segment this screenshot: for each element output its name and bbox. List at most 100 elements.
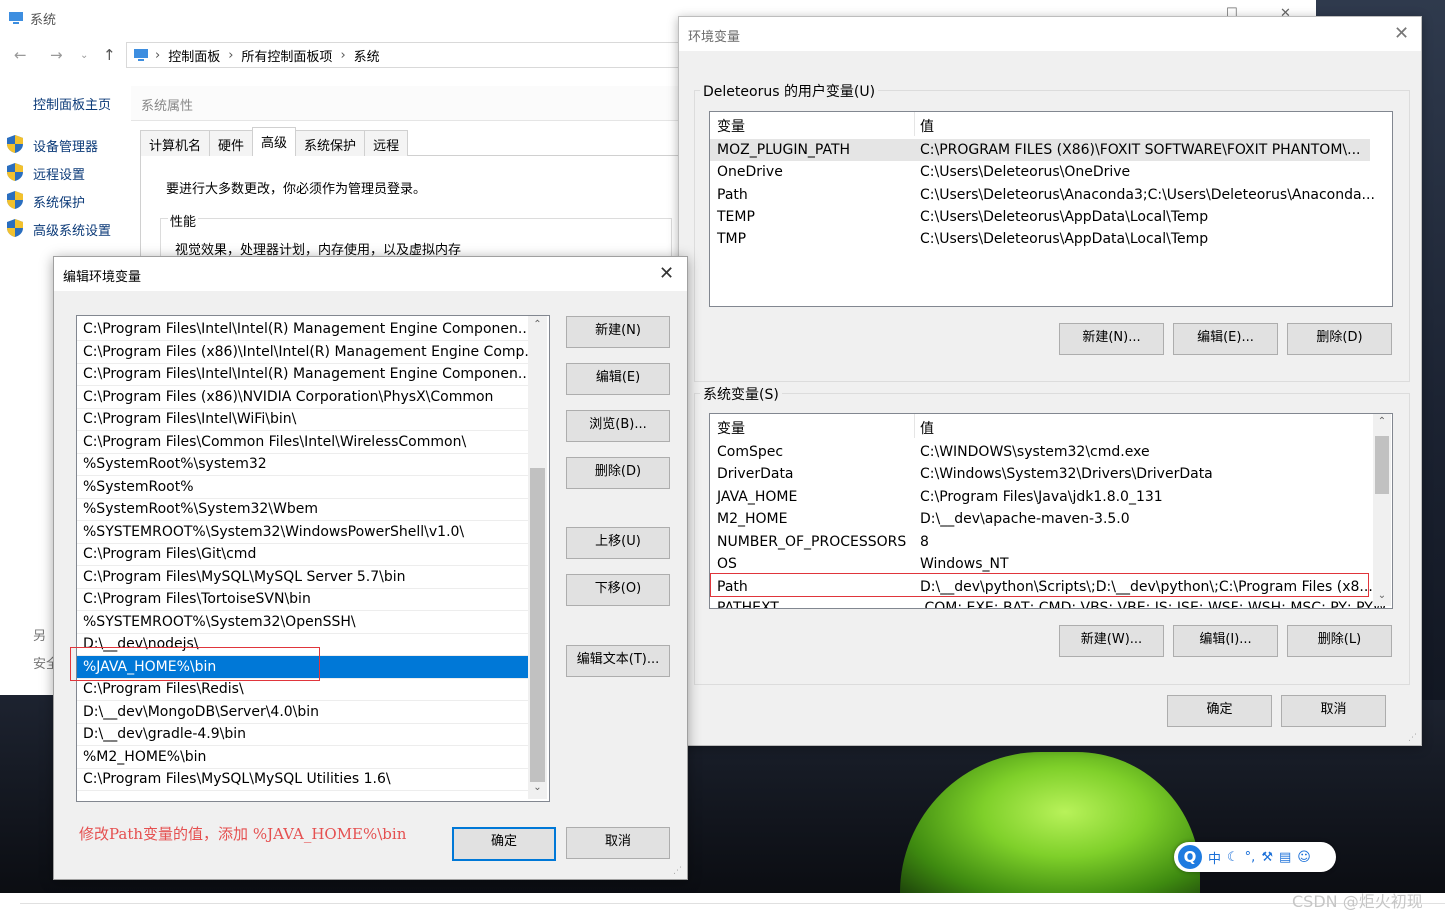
user-delete-button[interactable]: 删除(D) — [1287, 323, 1392, 355]
sys-delete-button[interactable]: 删除(L) — [1287, 625, 1392, 657]
list-item[interactable]: C:\Program Files\Intel\WiFi\bin\ — [77, 408, 528, 431]
list-item[interactable]: %SystemRoot%\System32\Wbem — [77, 498, 528, 521]
breadcrumb-all-items[interactable]: 所有控制面板项 — [241, 46, 332, 65]
list-item[interactable]: C:\Program Files (x86)\NVIDIA Corporatio… — [77, 386, 528, 409]
list-item[interactable]: %SYSTEMROOT%\System32\OpenSSH\ — [77, 611, 528, 634]
table-row[interactable]: M2_HOME D:\__dev\apache-maven-3.5.0 — [710, 508, 1392, 530]
edit-button[interactable]: 编辑(E) — [566, 363, 670, 395]
new-button[interactable]: 新建(N) — [566, 316, 670, 348]
punctuation-icon[interactable]: °, — [1245, 850, 1256, 865]
edit-text-button[interactable]: 编辑文本(T)... — [566, 645, 670, 677]
tab-system-protection[interactable]: 系统保护 — [295, 130, 366, 156]
delete-button[interactable]: 删除(D) — [566, 457, 670, 489]
properties-tabs: 计算机名 硬件 高级 系统保护 远程 — [140, 127, 409, 156]
list-item[interactable]: D:\__dev\gradle-4.9\bin — [77, 723, 528, 746]
table-row[interactable]: OneDrive C:\Users\Deleteorus\OneDrive — [710, 161, 1392, 183]
moon-icon[interactable]: ☾ — [1227, 850, 1239, 865]
close-icon[interactable]: ✕ — [659, 263, 674, 284]
tab-computer-name[interactable]: 计算机名 — [140, 130, 211, 156]
up-arrow-icon[interactable]: ↑ — [103, 46, 116, 64]
sidebar-item-remote[interactable]: 远程设置 — [33, 164, 85, 183]
list-item[interactable]: C:\Program Files\Common Files\Intel\Wire… — [77, 431, 528, 454]
scroll-down-icon[interactable]: ⌄ — [1373, 590, 1391, 601]
table-row[interactable]: NUMBER_OF_PROCESSORS 8 — [710, 531, 1392, 553]
list-item[interactable]: C:\Program Files\Redis\ — [77, 678, 528, 701]
resize-grip-icon[interactable]: ⋰ — [673, 866, 682, 876]
path-entries-list[interactable]: C:\Program Files\Intel\Intel(R) Manageme… — [76, 315, 550, 802]
var-value: C:\Users\Deleteorus\Anaconda3;C:\Users\D… — [920, 187, 1375, 203]
scroll-thumb[interactable] — [530, 468, 545, 782]
cancel-button[interactable]: 取消 — [566, 827, 670, 859]
address-bar[interactable]: › 控制面板 › 所有控制面板项 › 系统 — [126, 42, 687, 68]
sys-vars-scrollbar[interactable]: ⌃ ⌄ — [1373, 414, 1391, 606]
column-header-name[interactable]: 变量 — [717, 418, 745, 440]
close-icon[interactable]: ✕ — [1394, 23, 1409, 44]
column-header-value[interactable]: 值 — [920, 116, 934, 138]
table-row[interactable]: ComSpec C:\WINDOWS\system32\cmd.exe — [710, 441, 1392, 463]
table-row[interactable]: MOZ_PLUGIN_PATH C:\PROGRAM FILES (X86)\FO… — [710, 139, 1370, 161]
list-item[interactable]: C:\Program Files (x86)\Intel\Intel(R) Ma… — [77, 341, 528, 364]
ime-toolbar[interactable]: Q 中 ☾ °, ⚒ ▤ ☺ — [1174, 842, 1336, 872]
browse-button[interactable]: 浏览(B)... — [566, 410, 670, 442]
resize-grip-icon[interactable]: ⋰ — [1408, 733, 1417, 743]
ime-logo-icon[interactable]: Q — [1178, 845, 1202, 869]
column-header-value[interactable]: 值 — [920, 418, 934, 440]
sys-new-button[interactable]: 新建(W)... — [1059, 625, 1164, 657]
forward-arrow-icon[interactable]: → — [50, 46, 63, 64]
table-row[interactable]: PATHEXT .COM;.EXE;.BAT;.CMD;.VBS;.VBE;.JS… — [710, 597, 1392, 608]
system-window-titlebar: 系统 — [8, 8, 56, 28]
list-item[interactable]: %SYSTEMROOT%\System32\WindowsPowerShell\… — [77, 521, 528, 544]
performance-label: 性能 — [168, 211, 199, 230]
sys-edit-button[interactable]: 编辑(I)... — [1173, 625, 1278, 657]
list-item[interactable]: C:\Program Files\Git\cmd — [77, 543, 528, 566]
sidebar-item-device-manager[interactable]: 设备管理器 — [33, 136, 98, 155]
tab-hardware[interactable]: 硬件 — [209, 130, 254, 156]
user-vars-list[interactable]: 变量 值 MOZ_PLUGIN_PATH C:\PROGRAM FILES (X8… — [709, 111, 1393, 307]
admin-note: 要进行大多数更改，你必须作为管理员登录。 — [166, 182, 427, 197]
var-name: NUMBER_OF_PROCESSORS — [717, 534, 907, 550]
scroll-up-icon[interactable]: ⌃ — [528, 319, 547, 330]
tab-advanced[interactable]: 高级 — [252, 127, 297, 156]
chevron-down-icon[interactable]: ⌄ — [80, 50, 88, 61]
breadcrumb-control-panel[interactable]: 控制面板 — [168, 46, 220, 65]
table-row[interactable]: OS Windows_NT — [710, 553, 1392, 575]
table-row[interactable]: TMP C:\Users\Deleteorus\AppData\Local\Tem… — [710, 228, 1392, 250]
table-row[interactable]: TEMP C:\Users\Deleteorus\AppData\Local\Te… — [710, 206, 1392, 228]
tab-remote[interactable]: 远程 — [364, 130, 409, 156]
emoji-icon[interactable]: ☺ — [1297, 850, 1311, 865]
table-row[interactable]: DriverData C:\Windows\System32\Drivers\Dr… — [710, 463, 1392, 485]
list-item[interactable]: C:\Program Files\TortoiseSVN\bin — [77, 588, 528, 611]
list-item[interactable]: C:\Program Files\Intel\Intel(R) Manageme… — [77, 363, 528, 386]
tools-icon[interactable]: ⚒ — [1261, 850, 1273, 865]
sidebar-home-link[interactable]: 控制面板主页 — [33, 94, 111, 113]
list-item[interactable]: %SystemRoot% — [77, 476, 528, 499]
env-cancel-button[interactable]: 取消 — [1281, 695, 1386, 727]
list-item[interactable]: C:\Program Files\MySQL\MySQL Server 5.7\… — [77, 566, 528, 589]
ok-button[interactable]: 确定 — [452, 827, 556, 861]
keyboard-icon[interactable]: ▤ — [1279, 850, 1291, 865]
list-item[interactable]: %M2_HOME%\bin — [77, 746, 528, 769]
scroll-down-icon[interactable]: ⌄ — [528, 782, 547, 793]
list-item[interactable]: C:\Program Files\Intel\Intel(R) Manageme… — [77, 318, 528, 341]
move-down-button[interactable]: 下移(O) — [566, 574, 670, 606]
env-ok-button[interactable]: 确定 — [1167, 695, 1272, 727]
sidebar-item-protection[interactable]: 系统保护 — [33, 192, 85, 211]
list-item[interactable]: D:\__dev\MongoDB\Server\4.0\bin — [77, 701, 528, 724]
user-new-button[interactable]: 新建(N)... — [1059, 323, 1164, 355]
scroll-thumb[interactable] — [1375, 436, 1389, 494]
breadcrumb-system[interactable]: 系统 — [354, 46, 380, 65]
var-name: ComSpec — [717, 444, 784, 460]
sidebar-item-advanced[interactable]: 高级系统设置 — [33, 220, 111, 239]
ime-chinese-mode[interactable]: 中 — [1208, 848, 1221, 867]
scroll-up-icon[interactable]: ⌃ — [1373, 416, 1391, 427]
table-row[interactable]: JAVA_HOME C:\Program Files\Java\jdk1.8.0_… — [710, 486, 1392, 508]
list-item[interactable]: C:\Program Files\MySQL\MySQL Utilities 1… — [77, 768, 528, 791]
user-edit-button[interactable]: 编辑(E)... — [1173, 323, 1278, 355]
var-value: C:\Windows\System32\Drivers\DriverData — [920, 466, 1213, 482]
table-row[interactable]: Path C:\Users\Deleteorus\Anaconda3;C:\Use… — [710, 184, 1392, 206]
list-item[interactable]: %SystemRoot%\system32 — [77, 453, 528, 476]
column-header-name[interactable]: 变量 — [717, 116, 745, 138]
move-up-button[interactable]: 上移(U) — [566, 527, 670, 559]
path-list-scrollbar[interactable]: ⌃ ⌄ — [528, 316, 547, 799]
back-arrow-icon[interactable]: ← — [14, 46, 27, 64]
